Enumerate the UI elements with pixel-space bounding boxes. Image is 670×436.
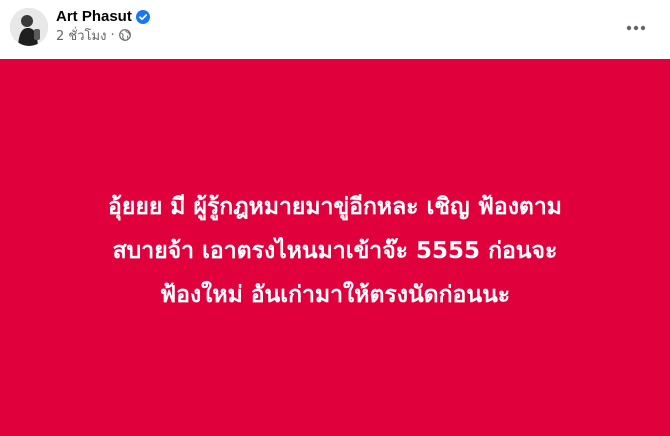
post-text-line: สบายจ้า เอาตรงไหนมาเข้าจ๊ะ 5555 ก่อนจะ (112, 237, 558, 264)
more-options-button[interactable] (618, 10, 654, 46)
avatar-image (10, 8, 48, 46)
author-name[interactable]: Art Phasut (56, 8, 132, 25)
post-timestamp[interactable]: 2 ชั่วโมง (56, 25, 106, 46)
meta-separator: · (110, 27, 115, 43)
post-text-line: ฟ้องใหม่ อันเก่ามาให้ตรงนัดก่อนนะ (159, 281, 511, 308)
globe-icon[interactable] (118, 29, 131, 41)
author-row: Art Phasut (56, 6, 150, 26)
text-post-card: อุ้ยยย มี ผู้รู้กฎหมายมาขู่อีกหละ เชิญ ฟ… (0, 59, 670, 436)
verified-badge-icon (135, 9, 150, 24)
more-horizontal-icon (626, 25, 646, 31)
post-meta: 2 ชั่วโมง · (56, 25, 131, 46)
post-text-line: อุ้ยยย มี ผู้รู้กฎหมายมาขู่อีกหละ เชิญ ฟ… (108, 193, 562, 220)
author-avatar[interactable] (10, 8, 48, 46)
post-header: Art Phasut 2 ชั่วโมง · (0, 0, 670, 59)
facebook-post: Art Phasut 2 ชั่วโมง · อุ้ยยย มี ผู้รู้ก… (0, 0, 670, 436)
post-message: อุ้ยยย มี ผู้รู้กฎหมายมาขู่อีกหละ เชิญ ฟ… (20, 185, 650, 317)
